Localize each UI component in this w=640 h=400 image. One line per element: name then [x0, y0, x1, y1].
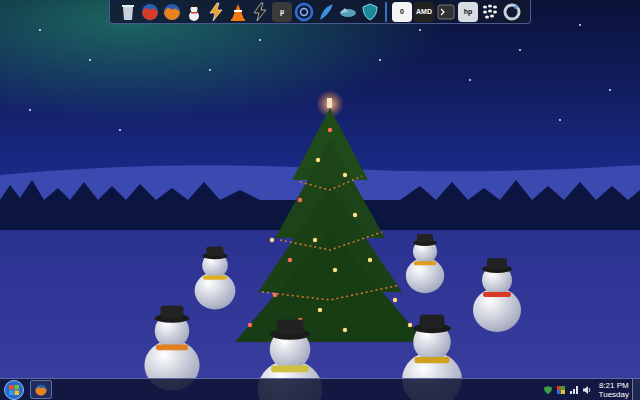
dock-item[interactable]: 0 [392, 2, 412, 22]
dock-item[interactable]: AMD [414, 2, 434, 22]
clock-time: 8:21 PM [599, 381, 629, 390]
clock[interactable]: 8:21 PMTuesday [596, 381, 632, 399]
bolt-icon[interactable] [206, 2, 226, 22]
dock-separator [385, 2, 387, 22]
dots-icon[interactable] [480, 2, 500, 22]
snowman-icon[interactable] [184, 2, 204, 22]
globe-icon[interactable] [140, 2, 160, 22]
console-icon[interactable] [436, 2, 456, 22]
clock-day: Tuesday [599, 390, 629, 399]
bolt-icon[interactable] [250, 2, 270, 22]
shield-icon[interactable] [543, 385, 553, 395]
volume-icon[interactable] [582, 385, 592, 395]
taskbar: 8:21 PMTuesday [0, 378, 640, 400]
bird-icon[interactable] [338, 2, 358, 22]
taskbar-button[interactable] [30, 380, 52, 399]
bin-icon[interactable] [118, 2, 138, 22]
start-button[interactable] [4, 380, 24, 400]
flag-icon[interactable] [556, 385, 566, 395]
dock: µ 0AMD hp [109, 0, 531, 24]
windows-logo-icon [9, 385, 19, 395]
wallpaper [0, 0, 640, 400]
desktop: µ 0AMD hp [0, 0, 640, 378]
feather-icon[interactable] [316, 2, 336, 22]
snowman [406, 234, 444, 293]
dock-item[interactable]: µ [272, 2, 292, 22]
swirl-icon[interactable] [294, 2, 314, 22]
ring-icon[interactable] [502, 2, 522, 22]
shield-icon[interactable] [360, 2, 380, 22]
dock-item[interactable]: hp [458, 2, 478, 22]
firefox-icon [34, 383, 48, 397]
cone-icon[interactable] [228, 2, 248, 22]
snowman [473, 258, 521, 332]
system-tray [543, 385, 592, 395]
desktop-screen: µ 0AMD hp 8:21 PMTuesday [0, 0, 640, 400]
show-desktop-button[interactable] [632, 379, 640, 400]
network-icon[interactable] [569, 385, 579, 395]
snowman [195, 247, 236, 310]
globe-icon[interactable] [162, 2, 182, 22]
